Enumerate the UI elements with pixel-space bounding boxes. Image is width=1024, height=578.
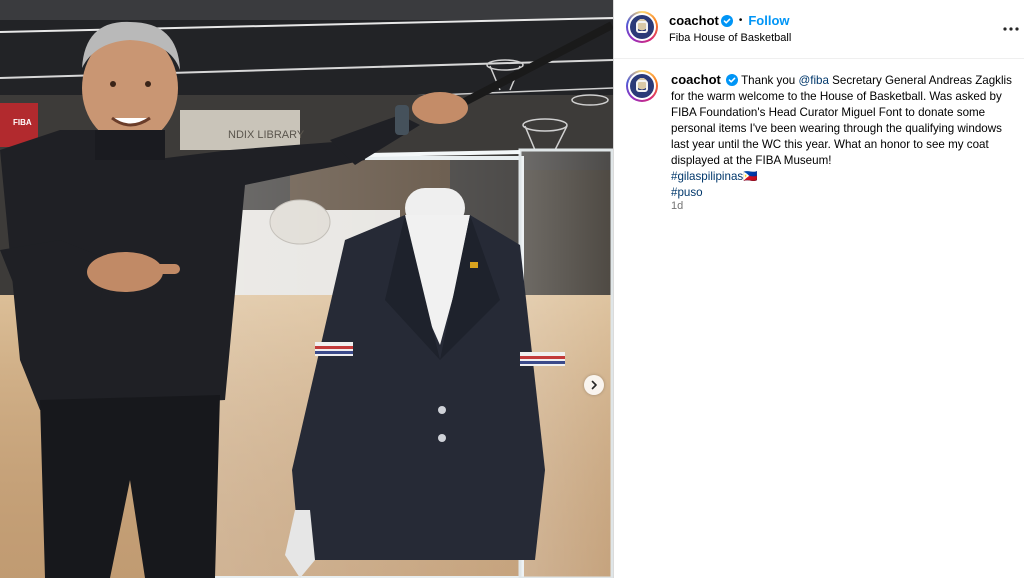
profile-picture xyxy=(630,74,654,98)
header-user-line: coachot • Follow xyxy=(669,13,790,28)
library-sign: NDIX LIBRARY xyxy=(228,129,305,141)
chevron-right-icon xyxy=(591,380,597,390)
hashtag-link[interactable]: #gilaspilipinas🇵🇭 xyxy=(671,170,758,183)
mention-link[interactable]: @fiba xyxy=(798,74,828,87)
fiba-sign-text: FIBA xyxy=(13,118,32,127)
verified-badge-icon xyxy=(720,14,733,27)
avatar[interactable] xyxy=(626,11,658,43)
caption-text-start: Thank you xyxy=(741,74,799,87)
carousel-next-button[interactable] xyxy=(584,375,604,395)
verified-badge-icon xyxy=(726,74,739,86)
username-link[interactable]: coachot xyxy=(669,13,719,28)
caption-text-body: Secretary General Andreas Zagklis for th… xyxy=(671,74,1012,167)
location-link[interactable]: Fiba House of Basketball xyxy=(669,32,791,44)
profile-picture xyxy=(630,15,654,39)
caption-username-link[interactable]: coachot xyxy=(671,72,721,87)
post-media[interactable]: NDIX LIBRARY FIBA xyxy=(0,0,613,578)
separator-dot: • xyxy=(738,15,743,26)
post-photo: NDIX LIBRARY FIBA xyxy=(0,0,613,578)
post-timestamp[interactable]: 1d xyxy=(671,200,683,212)
post-header: coachot • Follow Fiba House of Basketbal… xyxy=(614,0,1024,59)
more-options-button[interactable] xyxy=(1002,20,1020,38)
caption: coachot Thank you @fiba Secretary Genera… xyxy=(671,72,1013,201)
hashtag-link[interactable]: #puso xyxy=(671,186,703,199)
post-panel: coachot • Follow Fiba House of Basketbal… xyxy=(613,0,1024,578)
caption-avatar[interactable] xyxy=(626,70,658,102)
more-options-icon xyxy=(1003,27,1019,31)
follow-button[interactable]: Follow xyxy=(748,13,789,28)
